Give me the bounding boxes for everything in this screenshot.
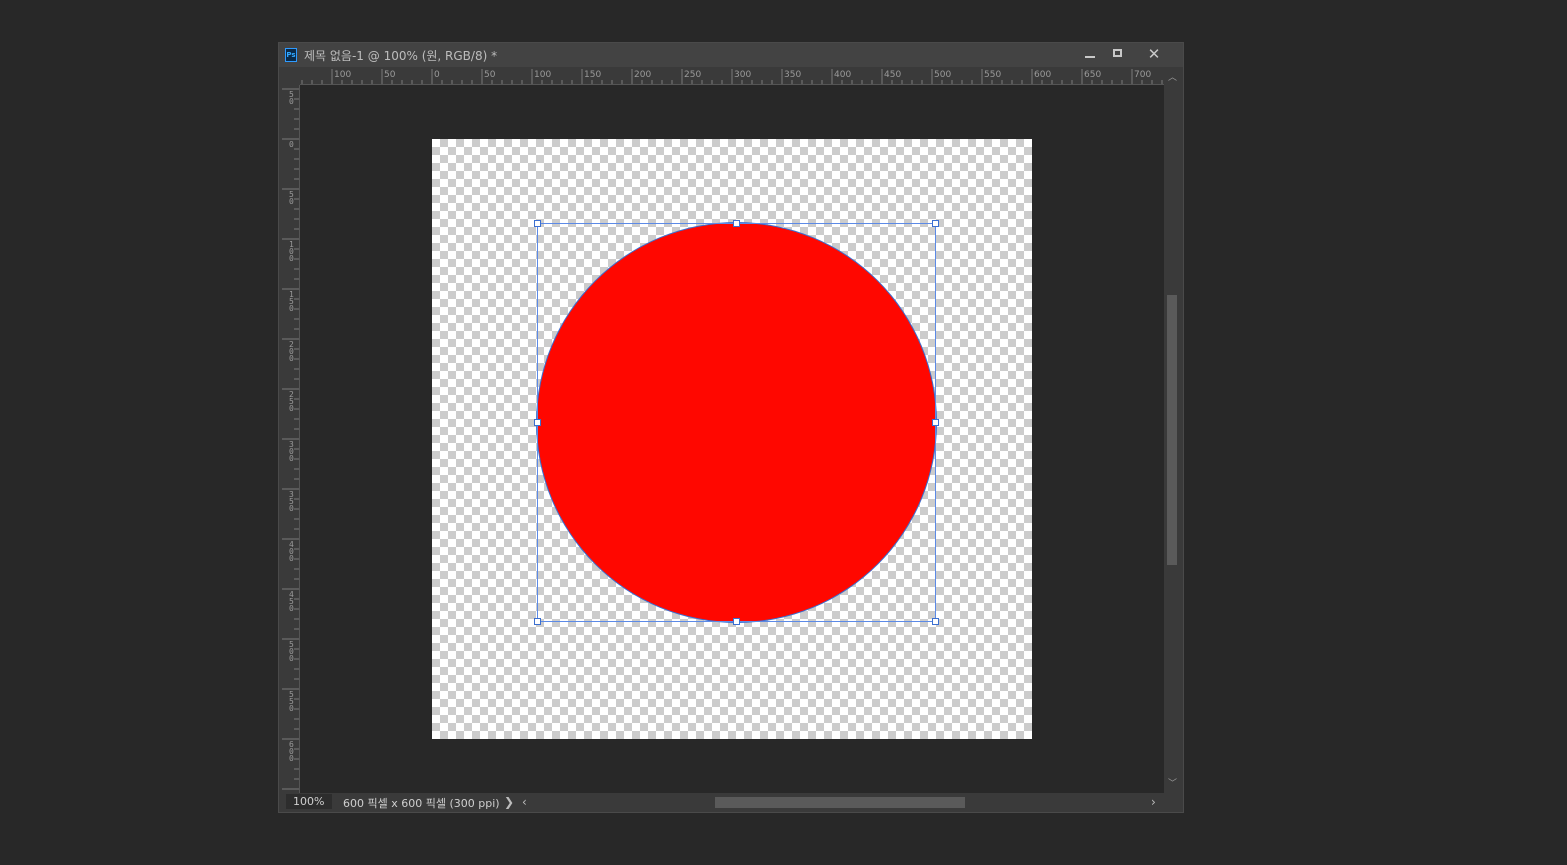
ruler-h-label: 600 bbox=[1034, 70, 1052, 80]
close-icon: ✕ bbox=[1147, 45, 1161, 63]
ruler-h-label: 100 bbox=[534, 70, 552, 80]
document-title: 제목 없음-1 @ 100% (원, RGB/8) * bbox=[304, 49, 498, 63]
scroll-left-icon[interactable]: ‹ bbox=[522, 794, 527, 810]
maximize-icon bbox=[1113, 49, 1122, 57]
handle-top-center[interactable] bbox=[733, 220, 740, 227]
ruler-v-label: 550 bbox=[289, 690, 294, 713]
ruler-v-label: 100 bbox=[289, 240, 294, 263]
ruler-v-label: 150 bbox=[289, 290, 294, 313]
minimize-button[interactable] bbox=[1076, 44, 1104, 64]
document-window: Ps 제목 없음-1 @ 100% (원, RGB/8) * ✕ 100 50 0 5… bbox=[278, 42, 1184, 813]
handle-middle-left[interactable] bbox=[534, 419, 541, 426]
ruler-v-label: 250 bbox=[289, 390, 294, 413]
ruler-h-label: 200 bbox=[634, 70, 652, 80]
ruler-v-label: 450 bbox=[289, 590, 294, 613]
ruler-h-label: 400 bbox=[834, 70, 852, 80]
vertical-ruler[interactable]: 50 0 50 100 150 200 250 300 350 400 450 500 550 600 bbox=[281, 85, 300, 793]
ruler-origin[interactable] bbox=[281, 68, 300, 85]
ruler-h-label: 700 bbox=[1134, 70, 1152, 80]
ruler-h-label: 250 bbox=[684, 70, 702, 80]
handle-top-right[interactable] bbox=[932, 220, 939, 227]
close-button[interactable]: ✕ bbox=[1132, 44, 1176, 64]
ruler-h-label: 50 bbox=[384, 70, 396, 80]
document-canvas[interactable] bbox=[432, 139, 1032, 739]
ruler-h-label: 100 bbox=[334, 70, 352, 80]
transform-bounding-box[interactable] bbox=[537, 223, 936, 622]
ruler-v-label: 0 bbox=[289, 140, 294, 149]
handle-middle-right[interactable] bbox=[932, 419, 939, 426]
ruler-h-label: 450 bbox=[884, 70, 902, 80]
status-menu-arrow-icon[interactable]: ❯ bbox=[504, 794, 514, 810]
document-info: 600 픽셀 x 600 픽셀 (300 ppi) bbox=[343, 797, 500, 810]
ruler-v-label: 300 bbox=[289, 440, 294, 463]
ruler-v-label: 50 bbox=[289, 190, 294, 206]
ruler-h-label: 150 bbox=[584, 70, 602, 80]
ruler-v-label: 500 bbox=[289, 640, 294, 663]
scroll-right-icon[interactable]: › bbox=[1151, 794, 1156, 810]
minimize-icon bbox=[1085, 56, 1095, 58]
horizontal-scrollbar[interactable] bbox=[533, 795, 1163, 809]
ruler-h-label: 350 bbox=[784, 70, 802, 80]
horizontal-scroll-thumb[interactable] bbox=[715, 797, 965, 808]
maximize-button[interactable] bbox=[1104, 44, 1132, 64]
handle-bottom-left[interactable] bbox=[534, 618, 541, 625]
scroll-down-icon[interactable]: ﹀ bbox=[1167, 776, 1178, 789]
ruler-h-label: 300 bbox=[734, 70, 752, 80]
handle-bottom-center[interactable] bbox=[733, 618, 740, 625]
ruler-v-label: 50 bbox=[289, 90, 294, 106]
handle-bottom-right[interactable] bbox=[932, 618, 939, 625]
ruler-v-label: 400 bbox=[289, 540, 294, 563]
photoshop-app-icon: Ps bbox=[285, 48, 297, 62]
title-bar[interactable]: Ps 제목 없음-1 @ 100% (원, RGB/8) * ✕ bbox=[279, 43, 1183, 67]
ruler-v-label: 600 bbox=[289, 740, 294, 763]
ruler-h-label: 500 bbox=[934, 70, 952, 80]
ruler-h-label: 650 bbox=[1084, 70, 1102, 80]
zoom-level-field[interactable]: 100% bbox=[286, 794, 332, 809]
ruler-h-label: 0 bbox=[434, 70, 440, 80]
pasteboard[interactable] bbox=[300, 85, 1164, 793]
ruler-h-label: 50 bbox=[484, 70, 496, 80]
handle-top-left[interactable] bbox=[534, 220, 541, 227]
vertical-scroll-thumb[interactable] bbox=[1167, 295, 1177, 565]
ruler-h-label: 550 bbox=[984, 70, 1002, 80]
ruler-v-label: 350 bbox=[289, 490, 294, 513]
scroll-up-icon[interactable]: ︿ bbox=[1167, 70, 1178, 83]
horizontal-ruler[interactable]: 100 50 0 50 100 150 200 250 300 350 400 450 500 550 60… bbox=[300, 68, 1164, 85]
ruler-v-label: 200 bbox=[289, 340, 294, 363]
vertical-scrollbar[interactable]: ︿ ﹀ bbox=[1164, 68, 1181, 793]
status-bar: 100% 600 픽셀 x 600 픽셀 (300 ppi) ❯ ‹ › bbox=[281, 793, 1183, 811]
